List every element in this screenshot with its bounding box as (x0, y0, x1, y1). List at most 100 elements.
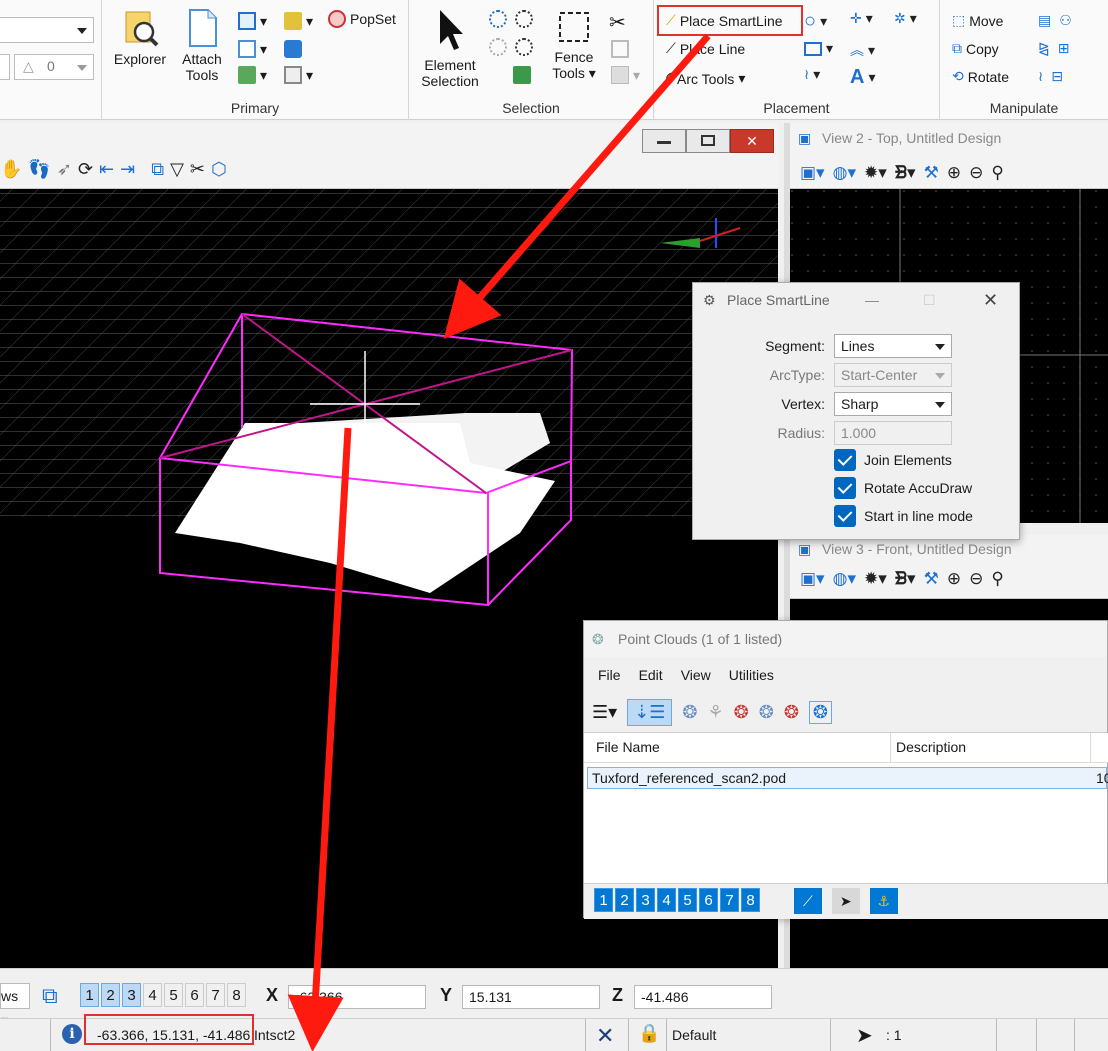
view-toggle-7[interactable]: 7 (206, 983, 225, 1007)
vertex-select[interactable]: Sharp (834, 392, 952, 416)
popset-button[interactable]: PopSet (328, 10, 396, 28)
dialog-minimize-button[interactable]: — (865, 283, 879, 317)
level-combo[interactable] (0, 17, 94, 43)
sort-list-icon[interactable]: ⇣☰ (627, 699, 673, 726)
lock-icon[interactable]: 🔒 (638, 1023, 660, 1044)
explorer-button[interactable]: Explorer (110, 8, 170, 67)
table-row[interactable]: Tuxford_referenced_scan2.pod 10 (587, 767, 1108, 789)
next-view-icon[interactable]: ⇥ (120, 159, 135, 180)
select-mode-row2[interactable] (489, 38, 533, 56)
restore-button[interactable] (686, 129, 730, 153)
text-button[interactable]: A ▾ (850, 66, 875, 89)
segment-select[interactable]: Lines (834, 334, 952, 358)
pc-view-6[interactable]: 6 (699, 888, 718, 912)
window-area-icon[interactable]: ⚲ (991, 569, 1003, 589)
cloud-properties-icon[interactable]: ❂ (808, 701, 832, 724)
menu-view[interactable]: View (681, 667, 711, 683)
copy-view-icon[interactable]: ⧉ (151, 159, 164, 180)
start-line-mode-checkbox[interactable] (834, 505, 856, 527)
point-button[interactable]: ✛ ▾ (850, 10, 873, 27)
x-coordinate-field[interactable]: -63.366 (288, 985, 426, 1009)
view-display-icon[interactable]: ▣▾ (800, 163, 825, 183)
dialog-maximize-button[interactable]: ☐ (923, 283, 936, 317)
radius-input[interactable]: 1.000 (834, 421, 952, 445)
walk-icon[interactable]: 👣 (28, 159, 50, 180)
brush-icon[interactable]: ⚒ (924, 569, 939, 589)
pc-view-3[interactable]: 3 (636, 888, 655, 912)
move-button[interactable]: ⬚ Move (952, 12, 1003, 29)
manip-row2[interactable]: ⧎ ⊞ (1038, 40, 1069, 57)
view-toggle-6[interactable]: 6 (185, 983, 204, 1007)
view-toggle-1[interactable]: 1 (80, 983, 99, 1007)
view-display-icon[interactable]: ▣▾ (800, 569, 825, 589)
light-icon[interactable]: ✹▾ (864, 569, 887, 589)
z-coordinate-field[interactable]: -41.486 (634, 985, 772, 1009)
clip-icon[interactable]: ✂ (190, 159, 205, 180)
curve-button[interactable]: ≀ ▾ (804, 66, 820, 83)
dialog-close-button[interactable]: ✕ (983, 283, 998, 317)
rotate-accudraw-checkbox[interactable] (834, 477, 856, 499)
element-selection-button[interactable]: Element Selection (413, 8, 487, 89)
arc-tools-button[interactable]: ◜ Arc Tools ▾ (666, 68, 745, 89)
cell-button[interactable]: ✲ ▾ (894, 10, 917, 27)
info-button[interactable] (284, 40, 302, 58)
cut-button[interactable]: ✂ (609, 10, 626, 35)
copy-button[interactable]: ⧉ Copy (952, 40, 999, 57)
select-by-attr-button[interactable] (513, 66, 531, 84)
cloud-settings-icon[interactable]: ❂ (759, 702, 774, 723)
fly-icon[interactable]: ➶ (57, 159, 72, 180)
window-area-icon[interactable]: ⚲ (991, 163, 1003, 183)
views-select[interactable]: ws ▾ (0, 983, 30, 1028)
snap-intersection-icon[interactable]: ✕ (596, 1023, 614, 1049)
view-toggle-8[interactable]: 8 (227, 983, 246, 1007)
display-style-icon[interactable]: ◍▾ (833, 163, 856, 183)
place-line-button[interactable]: ⟋ Place Line (666, 40, 745, 57)
view-attributes-icon[interactable]: ▽ (170, 159, 184, 180)
bing-icon[interactable]: ᗿ▾ (895, 569, 916, 589)
attach-cloud-icon[interactable]: ❂ (682, 702, 697, 723)
style-combo[interactable] (0, 54, 10, 80)
clip-volume-icon[interactable]: ⬡ (211, 159, 227, 180)
menu-file[interactable]: File (598, 667, 621, 683)
fence-tools-button[interactable]: Fence Tools ▾ (545, 10, 603, 81)
tree-list-icon[interactable]: ☰▾ (592, 702, 617, 723)
pc-view-2[interactable]: 2 (615, 888, 634, 912)
view-toggle-2[interactable]: 2 (101, 983, 120, 1007)
zoom-in-icon[interactable]: ⊕ (947, 163, 961, 183)
rotate-button[interactable]: ⟲ Rotate (952, 68, 1009, 85)
display-style-icon[interactable]: ◍▾ (833, 569, 856, 589)
view-rotate-icon[interactable]: ⟳ (78, 159, 93, 180)
select-mode-row1[interactable] (489, 10, 533, 28)
col-description[interactable]: Description (896, 739, 966, 755)
status-active-level[interactable]: Default (672, 1027, 716, 1043)
models-button[interactable]: ▾ (238, 40, 267, 58)
pc-view-4[interactable]: 4 (657, 888, 676, 912)
detach-cloud-icon[interactable]: ⚘ (707, 702, 723, 723)
window-arrange-icon[interactable]: ⧉ (42, 983, 58, 1009)
arctype-select[interactable]: Start-Center (834, 363, 952, 387)
attach-tools-button[interactable]: Attach Tools (174, 8, 230, 83)
copy-clipboard-button[interactable] (611, 40, 629, 58)
weight-combo[interactable]: △ 0 (14, 54, 94, 80)
minimize-button[interactable] (642, 129, 686, 153)
col-file-name[interactable]: File Name (596, 739, 660, 755)
light-icon[interactable]: ✹▾ (864, 163, 887, 183)
manip-row3[interactable]: ≀ ⊟ (1038, 68, 1063, 85)
circle-button[interactable]: ○ ▾ (804, 10, 827, 33)
zoom-in-icon[interactable]: ⊕ (947, 569, 961, 589)
levels-button[interactable]: ▾ (284, 12, 313, 30)
pc-view-8[interactable]: 8 (741, 888, 760, 912)
zoom-out-icon[interactable]: ⊖ (969, 163, 983, 183)
delete-cloud-icon[interactable]: ❂ (784, 702, 799, 723)
menu-edit[interactable]: Edit (639, 667, 663, 683)
brush-icon[interactable]: ⚒ (924, 163, 939, 183)
previous-view-icon[interactable]: ⇤ (99, 159, 114, 180)
multiline-button[interactable]: ︽ ▾ (850, 40, 875, 60)
select-arrow-icon[interactable]: ➤ (831, 888, 860, 914)
tools-button[interactable]: ▾ (284, 66, 313, 84)
pc-view-1[interactable]: 1 (594, 888, 613, 912)
bing-icon[interactable]: ᗿ▾ (895, 163, 916, 183)
y-coordinate-field[interactable]: 15.131 (462, 985, 600, 1009)
display-button[interactable]: ▾ (238, 66, 267, 84)
pan-hand-icon[interactable]: ✋ (0, 159, 22, 180)
